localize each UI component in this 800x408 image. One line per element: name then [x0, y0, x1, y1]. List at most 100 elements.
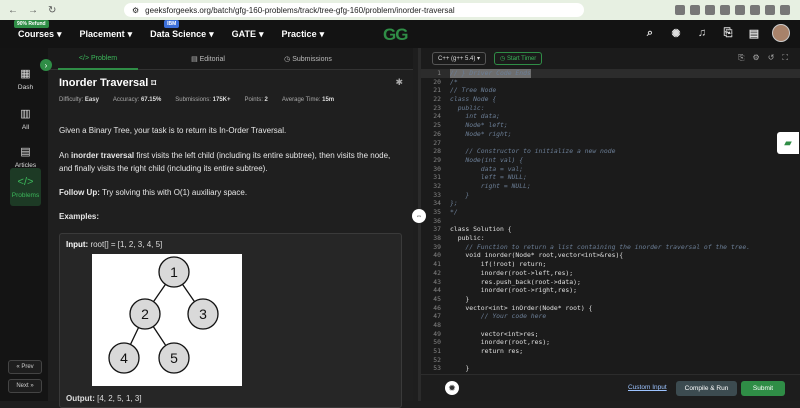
- desc-text: An: [59, 151, 72, 160]
- extension-icon[interactable]: [750, 5, 760, 15]
- extension-icon[interactable]: [690, 5, 700, 15]
- code-text: // } Driver Code Ends: [450, 69, 531, 78]
- extension-icon[interactable]: [705, 5, 715, 15]
- tree-node-label: 1: [170, 264, 178, 280]
- line-number: 45: [433, 294, 441, 303]
- tab-submissions[interactable]: ◷ Submissions: [258, 55, 358, 63]
- tab-submissions-label: Submissions: [292, 55, 332, 63]
- extension-icon[interactable]: [765, 5, 775, 15]
- chat-icon[interactable]: ▰: [777, 132, 799, 154]
- meta-points: Points: 2: [245, 97, 268, 103]
- media-icon[interactable]: ▤: [746, 25, 762, 41]
- nav-practice[interactable]: Practice ▾: [282, 29, 325, 40]
- nav-data-science-label: Data Science: [150, 29, 207, 39]
- avg-time-value: 15m: [322, 97, 335, 103]
- code-line: 32 right = NULL;: [421, 182, 800, 191]
- clock-icon: ◷: [284, 55, 293, 63]
- code-line: 41 if(!root) return;: [421, 260, 800, 269]
- resize-handle-icon[interactable]: ⇔: [412, 209, 426, 223]
- search-icon[interactable]: ⌕: [642, 25, 658, 41]
- line-number: 1: [437, 69, 441, 77]
- sidebar-item-label: All: [21, 124, 30, 131]
- nav-placement[interactable]: Placement ▾: [80, 29, 133, 40]
- nav-placement-label: Placement: [79, 29, 125, 39]
- code-line: 47 // Your code here: [421, 312, 800, 321]
- tree-diagram: 1 2 3 4 5: [92, 254, 242, 386]
- reload-icon[interactable]: ↻: [48, 5, 56, 16]
- input-label: Input:: [66, 240, 89, 249]
- submissions-value: 175K+: [212, 97, 231, 103]
- extension-icon[interactable]: [735, 5, 745, 15]
- code-area[interactable]: 1 // } Driver Code Ends 20 /* 21 // Tree Node…: [421, 69, 800, 391]
- code-line: 30 data = val;: [421, 165, 800, 174]
- articles-icon: ▤: [20, 146, 31, 158]
- submit-button[interactable]: Submit: [741, 381, 785, 396]
- tab-problem[interactable]: </> Problem: [58, 48, 138, 70]
- gear-icon[interactable]: ✹: [445, 381, 459, 395]
- forward-icon[interactable]: →: [28, 5, 38, 16]
- editor-actions: ⎘ ⚙ ↺ ⛶: [738, 53, 800, 63]
- compile-run-button[interactable]: Compile & Run: [676, 381, 737, 396]
- fullscreen-icon[interactable]: ⛶: [782, 53, 788, 63]
- line-number: 47: [433, 312, 441, 321]
- code-line: 1 // } Driver Code Ends: [421, 69, 800, 78]
- reset-icon[interactable]: ↺: [768, 53, 775, 63]
- theme-toggle-icon[interactable]: ✺: [668, 25, 684, 41]
- code-text: inorder(root->right,res);: [450, 286, 577, 295]
- copy-icon[interactable]: ⎘: [738, 53, 744, 63]
- code-line: 45 }: [421, 295, 800, 304]
- settings-icon[interactable]: ⚙: [753, 53, 760, 63]
- nav-gate[interactable]: GATE ▾: [232, 29, 264, 40]
- extension-icon[interactable]: [780, 5, 790, 15]
- address-bar-url: geeksforgeeks.org/batch/gfg-160-problems…: [145, 5, 455, 15]
- output-label: Output:: [66, 394, 95, 403]
- nav-data-science[interactable]: IBM Data Science ▾: [150, 19, 214, 40]
- line-number: 29: [433, 155, 441, 164]
- extension-icon[interactable]: [675, 5, 685, 15]
- meta-submissions: Submissions: 175K+: [175, 97, 230, 103]
- code-icon: </>: [17, 175, 34, 188]
- code-text: public:: [450, 103, 485, 112]
- start-timer-button[interactable]: ◷ Start Timer: [494, 51, 543, 65]
- language-select[interactable]: C++ (g++ 5.4) ▾: [432, 51, 487, 65]
- avatar[interactable]: [772, 24, 790, 42]
- line-number: 51: [433, 347, 441, 355]
- line-number: 20: [433, 77, 441, 86]
- extension-icon[interactable]: [720, 5, 730, 15]
- fold-marker: [445, 217, 450, 226]
- bookmark-icon[interactable]: ⌑: [151, 78, 156, 88]
- sidebar-item-dash[interactable]: ▦ Dash: [10, 60, 41, 98]
- browser-nav: ← → ↻: [0, 5, 112, 16]
- custom-input-link[interactable]: Custom Input: [628, 384, 667, 391]
- line-number: 23: [433, 103, 441, 112]
- problem-title: Inorder Traversal: [59, 77, 149, 89]
- line-number: 42: [433, 268, 441, 277]
- prev-button[interactable]: « Prev: [8, 360, 42, 374]
- code-line: 50 inorder(root,res);: [421, 338, 800, 347]
- line-number: 52: [433, 355, 441, 364]
- site-info-icon[interactable]: ⚙: [132, 6, 139, 15]
- code-text: res.push_back(root->data);: [450, 277, 581, 286]
- examples-heading: Examples:: [59, 210, 404, 223]
- report-bug-icon[interactable]: ✱: [395, 77, 403, 88]
- code-line: 43 res.push_back(root->data);: [421, 278, 800, 287]
- next-button[interactable]: Next »: [8, 379, 42, 393]
- tab-editorial[interactable]: ▤ Editorial: [158, 55, 258, 63]
- address-bar[interactable]: ⚙ geeksforgeeks.org/batch/gfg-160-proble…: [124, 3, 584, 17]
- code-text: inorder(root,res);: [450, 338, 551, 347]
- collapse-sidebar-icon[interactable]: ›: [40, 59, 52, 71]
- code-line: 20 /*: [421, 78, 800, 87]
- bell-icon[interactable]: ♫: [694, 25, 710, 41]
- nav-courses[interactable]: 90% Refund Courses ▾: [14, 19, 62, 40]
- follow-up: Follow Up: Try solving this with O(1) au…: [59, 186, 404, 199]
- sidebar-item-all[interactable]: ▥ All: [10, 100, 41, 138]
- problem-panel: </> Problem ▤ Editorial ◷ Submissions In…: [48, 48, 413, 408]
- nav-practice-label: Practice: [281, 29, 317, 39]
- tree-node-label: 2: [141, 306, 149, 322]
- chevron-down-icon: ▾: [259, 28, 264, 39]
- sidebar-item-problems[interactable]: </> Problems: [10, 168, 41, 206]
- gfg-logo[interactable]: GG: [383, 25, 408, 45]
- bookmark-icon[interactable]: ⎘: [720, 25, 736, 41]
- follow-up-text: Try solving this with O(1) auxiliary spa…: [99, 188, 248, 197]
- back-icon[interactable]: ←: [8, 5, 18, 16]
